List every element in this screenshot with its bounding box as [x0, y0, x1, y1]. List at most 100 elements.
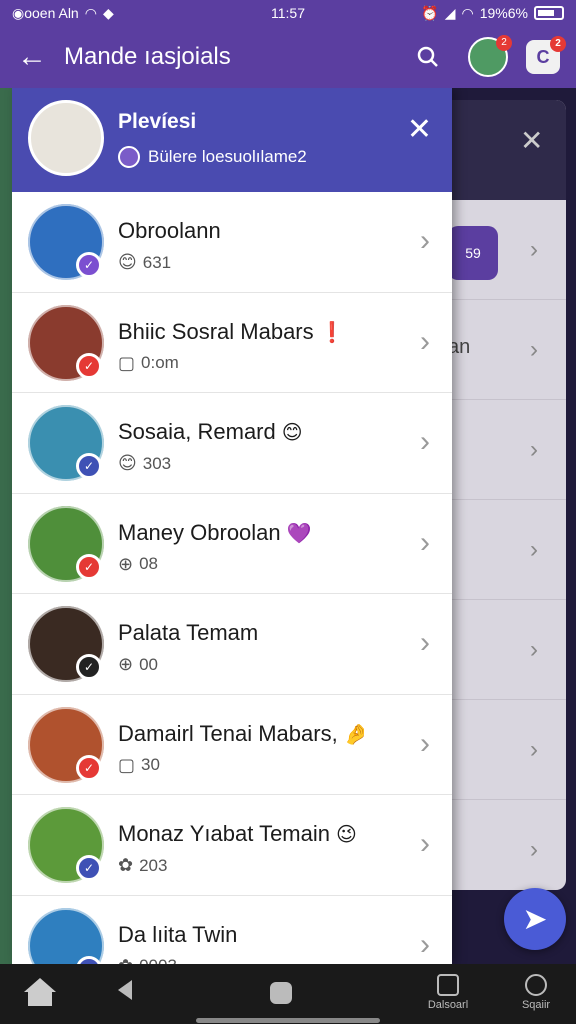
battery-icon	[534, 6, 564, 20]
contact-meta: ▢ 0:om	[118, 353, 179, 374]
contact-name: Obroolann	[118, 218, 221, 243]
chevron-right-icon: ›	[530, 436, 538, 463]
notification-badge: 2	[550, 36, 566, 52]
chat-list-item[interactable]: ✓ Sosaia, Remard 😊 😊 303 ›	[12, 393, 452, 494]
name-emoji: 🤌	[343, 723, 369, 746]
contact-meta: ⊕ 00	[118, 654, 158, 675]
home-indicator[interactable]	[196, 1018, 380, 1023]
meta-count: 631	[142, 252, 172, 272]
notification-icon: C	[536, 46, 550, 67]
contact-name: Monaz Yıabat Temain 😉	[118, 821, 357, 846]
meta-count: 30	[141, 755, 160, 774]
wifi-icon: ◠	[84, 4, 97, 21]
drawer-header: Plevíesi Bülere loesuolılame2 ✕	[12, 88, 452, 192]
signal-icon: ◢	[444, 4, 456, 21]
status-badge-icon: ✓	[76, 754, 102, 781]
contact-meta: ✿ 203	[118, 855, 167, 876]
drawer-subtitle-text: Bülere loesuolılame2	[148, 147, 307, 166]
background-strip	[0, 88, 12, 968]
meta-icon: ▢	[118, 352, 136, 373]
location-icon: ◆	[102, 4, 114, 21]
chevron-right-icon: ›	[420, 425, 430, 458]
contact-name: Damairl Tenai Mabars, 🤌	[118, 720, 369, 746]
chevron-right-icon: ›	[530, 636, 538, 663]
subtitle-avatar-icon	[118, 146, 140, 168]
chevron-right-icon: ›	[420, 726, 430, 760]
search-icon[interactable]	[400, 26, 456, 88]
status-right: ⏰ ◢ ◠ 19%6%	[421, 5, 564, 22]
meta-count: 0003	[139, 956, 177, 964]
status-badge-icon: ✓	[76, 252, 102, 278]
header-avatar[interactable]	[28, 100, 104, 176]
chevron-right-icon: ›	[420, 324, 430, 358]
chat-list: ✓ Obroolann 😊 631 › ✓ Bhiic Sosral Mabars…	[12, 192, 452, 964]
contact-name: Bhiic Sosral Mabars ❗	[118, 318, 345, 344]
nav-settings-label: Sqaiir	[521, 999, 551, 1011]
chat-list-item[interactable]: ✓ Monaz Yıabat Temain 😉 ✿ 203 ›	[12, 795, 452, 896]
back-triangle-icon[interactable]	[118, 980, 132, 1000]
bottom-navigation: Dalsoarl Sqaiir	[0, 964, 576, 1024]
contact-meta: ⊕ 08	[118, 554, 158, 575]
status-badge-icon: ✓	[76, 352, 102, 379]
chat-list-item[interactable]: ✓ Obroolann 😊 631 ›	[12, 192, 452, 293]
status-carrier: ◉ooen Aln	[12, 4, 79, 21]
meta-count: 08	[139, 554, 159, 573]
contact-name: Da lıita Twin	[118, 921, 238, 947]
settings-icon	[525, 974, 547, 996]
nav-dashboard-label: Dalsoarl	[427, 999, 469, 1011]
chevron-right-icon: ›	[530, 536, 538, 563]
chat-list-item[interactable]: ✓ Bhiic Sosral Mabars ❗ ▢ 0:om ›	[12, 292, 452, 393]
status-badge-icon: ✓	[76, 453, 102, 479]
chevron-right-icon: ›	[530, 736, 538, 763]
name-emoji: 😉	[336, 824, 357, 846]
meta-icon: ⊕	[118, 553, 134, 574]
notification-button[interactable]: C 2	[526, 36, 566, 74]
contact-name: Maney Obroolan 💜	[118, 519, 312, 545]
profile-avatar[interactable]: 2	[468, 35, 512, 77]
chevron-right-icon: ›	[420, 626, 430, 659]
nav-settings[interactable]: Sqaiir	[506, 974, 566, 1011]
meta-count: 00	[139, 654, 159, 674]
name-emoji: 💜	[286, 522, 312, 545]
chat-drawer: Plevíesi Bülere loesuolılame2 ✕ ✓ Obrool…	[12, 88, 452, 964]
meta-count: 303	[142, 453, 172, 473]
chevron-right-icon: ›	[420, 927, 430, 961]
send-arrow-icon: ➤	[522, 902, 548, 936]
status-badge-icon: ✓	[76, 855, 102, 881]
send-fab-button[interactable]: ➤	[504, 888, 566, 950]
home-button-icon[interactable]	[270, 982, 292, 1004]
contact-meta: ▢ 30	[118, 755, 160, 776]
app-bar: ← Mande ıasjoials 2 C 2	[0, 26, 576, 88]
wifi-right-icon: ◠	[461, 4, 474, 21]
meta-count: 203	[139, 855, 168, 875]
alarm-icon: ⏰	[421, 4, 439, 21]
contact-name: Sosaia, Remard 😊	[118, 419, 303, 444]
back-arrow-icon[interactable]: ←	[0, 26, 64, 88]
dashboard-icon	[437, 974, 459, 996]
chevron-right-icon: ›	[420, 525, 430, 559]
name-emoji: 😊	[281, 422, 303, 444]
meta-icon: ✿	[118, 855, 134, 875]
chat-list-item[interactable]: ✓ Palata Temam ⊕ 00 ›	[12, 594, 452, 695]
status-bar: ◉ooen Aln ◠ ◆ 11:57 ⏰ ◢ ◠ 19%6%	[0, 0, 576, 26]
status-badge-icon: ✓	[76, 654, 102, 680]
chevron-right-icon: ›	[530, 236, 538, 263]
chat-list-item[interactable]: ✓ Da lıita Twin ✿0003 ›	[12, 895, 452, 964]
avatar-badge: 2	[496, 35, 512, 51]
meta-icon: 😊	[118, 252, 137, 272]
page-title: Mande ıasjoials	[64, 43, 231, 70]
chevron-right-icon: ›	[530, 836, 538, 863]
meta-icon: 😊	[118, 453, 137, 473]
drawer-title: Plevíesi	[118, 110, 197, 133]
nav-dashboard[interactable]: Dalsoarl	[418, 974, 478, 1011]
name-emoji: ❗	[319, 321, 345, 344]
chevron-right-icon: ›	[530, 336, 538, 363]
contact-meta: 😊 631	[118, 252, 171, 273]
chat-list-item[interactable]: ✓ Maney Obroolan 💜 ⊕ 08 ›	[12, 493, 452, 594]
chat-list-item[interactable]: ✓ Damairl Tenai Mabars, 🤌 ▢ 30 ›	[12, 694, 452, 795]
close-icon[interactable]: ✕	[407, 112, 432, 147]
chevron-right-icon: ›	[420, 827, 430, 860]
contact-name: Palata Temam	[118, 620, 259, 645]
home-icon[interactable]	[24, 978, 56, 1008]
chevron-right-icon: ›	[420, 224, 430, 257]
